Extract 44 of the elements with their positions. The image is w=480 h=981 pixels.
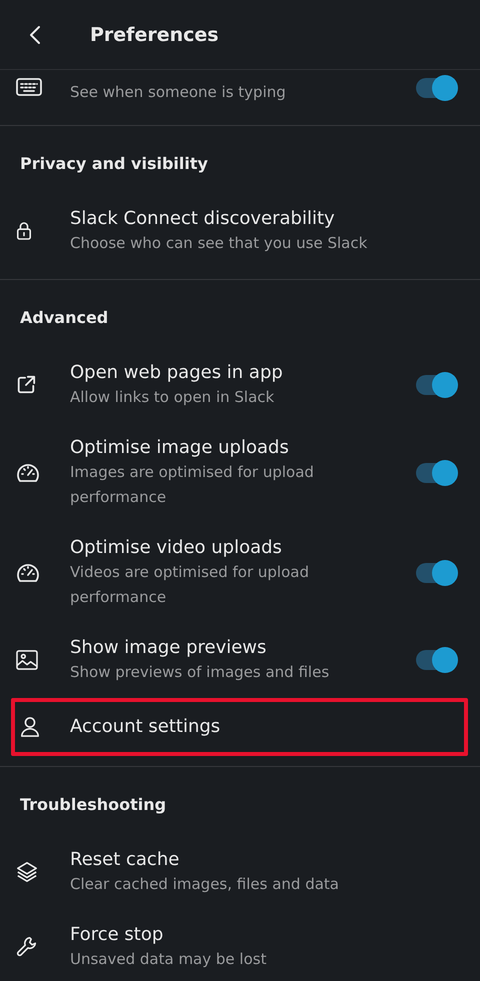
keyboard-icon bbox=[16, 78, 42, 96]
lock-icon bbox=[16, 221, 32, 241]
external-link-icon bbox=[16, 375, 36, 395]
setting-row[interactable]: See when someone is typing bbox=[0, 70, 480, 125]
setting-title: Show image previews bbox=[70, 636, 268, 660]
wrench-icon bbox=[16, 936, 38, 958]
setting-title: Reset cache bbox=[70, 848, 180, 872]
screen-title: Preferences bbox=[90, 24, 219, 46]
person-icon bbox=[20, 716, 40, 738]
setting-description: Unsaved data may be lost bbox=[70, 949, 268, 970]
setting-title: Slack Connect discoverability bbox=[70, 207, 336, 231]
setting-row[interactable]: Force stop Unsaved data may be lost bbox=[0, 910, 480, 981]
speedometer-icon bbox=[16, 562, 40, 584]
setting-title: Account settings bbox=[70, 715, 222, 739]
setting-row[interactable]: Reset cache Clear cached images, files and data bbox=[0, 835, 480, 910]
highlighted-setting-row[interactable]: Account settings bbox=[11, 698, 468, 756]
setting-row[interactable]: Optimise video uploads Videos are optimised for upload performance bbox=[0, 523, 480, 623]
section-heading: Advanced bbox=[19, 307, 110, 329]
setting-row[interactable]: Slack Connect discoverability Choose who can see that you use Slack bbox=[0, 194, 480, 269]
setting-description: Images are optimised for upload performance bbox=[70, 462, 315, 508]
setting-description: Videos are optimised for upload performance bbox=[70, 562, 310, 608]
layers-icon bbox=[16, 861, 38, 883]
toggle-switch[interactable] bbox=[416, 78, 456, 98]
toggle-switch[interactable] bbox=[416, 650, 456, 670]
setting-row[interactable]: Show image previews Show previews of images and files bbox=[0, 623, 480, 698]
back-icon[interactable] bbox=[29, 24, 41, 44]
setting-description: Show previews of images and files bbox=[70, 662, 330, 683]
setting-title: Force stop bbox=[70, 923, 164, 947]
toggle-switch[interactable] bbox=[416, 562, 456, 582]
setting-description: Clear cached images, files and data bbox=[70, 874, 340, 895]
setting-description: See when someone is typing bbox=[70, 82, 287, 103]
section-heading: Troubleshooting bbox=[19, 794, 168, 816]
setting-title: Optimise video uploads bbox=[70, 536, 283, 560]
toggle-switch[interactable] bbox=[416, 462, 456, 482]
setting-row[interactable]: Open web pages in app Allow links to open in Slack bbox=[0, 348, 480, 423]
image-icon bbox=[16, 650, 38, 670]
setting-description: Allow links to open in Slack bbox=[70, 387, 276, 408]
setting-row[interactable]: Optimise image uploads Images are optimised for upload performance bbox=[0, 423, 480, 523]
speedometer-icon bbox=[16, 462, 40, 484]
setting-description: Choose who can see that you use Slack bbox=[70, 233, 368, 254]
setting-title: Open web pages in app bbox=[70, 361, 284, 385]
toggle-switch[interactable] bbox=[416, 375, 456, 395]
section-heading: Privacy and visibility bbox=[19, 153, 209, 175]
setting-title: Optimise image uploads bbox=[70, 436, 290, 460]
